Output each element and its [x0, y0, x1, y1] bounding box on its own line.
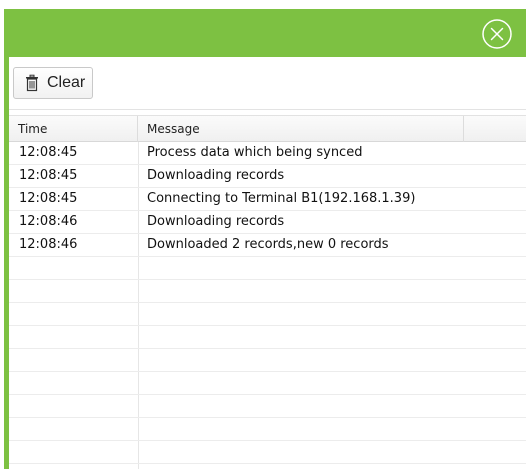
empty-row	[9, 257, 526, 280]
grid-rows: 12:08:45 Process data which being synced…	[9, 142, 526, 464]
message-cell: Process data which being synced	[147, 145, 363, 160]
column-header-filler	[464, 116, 526, 142]
clear-button-label: Clear	[47, 74, 86, 91]
close-button[interactable]	[480, 17, 514, 51]
table-row[interactable]: 12:08:46 Downloading records	[9, 211, 526, 234]
time-cell: 12:08:46	[19, 237, 78, 252]
table-row[interactable]: 12:08:45 Connecting to Terminal B1(192.1…	[9, 188, 526, 211]
log-grid: Time Message 12:08:45 Process data which…	[9, 115, 526, 469]
empty-row	[9, 280, 526, 303]
clear-button[interactable]: Clear	[13, 67, 93, 99]
empty-row	[9, 372, 526, 395]
empty-row	[9, 303, 526, 326]
column-header-time[interactable]: Time	[9, 116, 138, 142]
time-cell: 12:08:45	[19, 145, 78, 160]
message-cell: Connecting to Terminal B1(192.168.1.39)	[147, 191, 416, 206]
empty-row	[9, 441, 526, 464]
column-header-message[interactable]: Message	[138, 116, 464, 142]
time-cell: 12:08:45	[19, 191, 78, 206]
toolbar: Clear	[9, 57, 526, 110]
empty-row	[9, 326, 526, 349]
table-row[interactable]: 12:08:45 Downloading records	[9, 165, 526, 188]
message-cell: Downloading records	[147, 214, 285, 229]
title-bar	[4, 9, 526, 57]
table-row[interactable]: 12:08:46 Downloaded 2 records,new 0 reco…	[9, 234, 526, 257]
time-cell: 12:08:46	[19, 214, 78, 229]
table-row[interactable]: 12:08:45 Process data which being synced	[9, 142, 526, 165]
trash-icon	[22, 73, 42, 93]
empty-row	[9, 349, 526, 372]
grid-header: Time Message	[9, 115, 526, 142]
message-cell: Downloaded 2 records,new 0 records	[147, 237, 389, 252]
empty-row	[9, 395, 526, 418]
empty-row	[9, 418, 526, 441]
log-window: Clear Time Message 12:08:45 Process data…	[0, 0, 526, 469]
time-cell: 12:08:45	[19, 168, 78, 183]
top-margin	[0, 0, 526, 9]
message-cell: Downloading records	[147, 168, 285, 183]
circle-x-icon	[482, 19, 512, 49]
